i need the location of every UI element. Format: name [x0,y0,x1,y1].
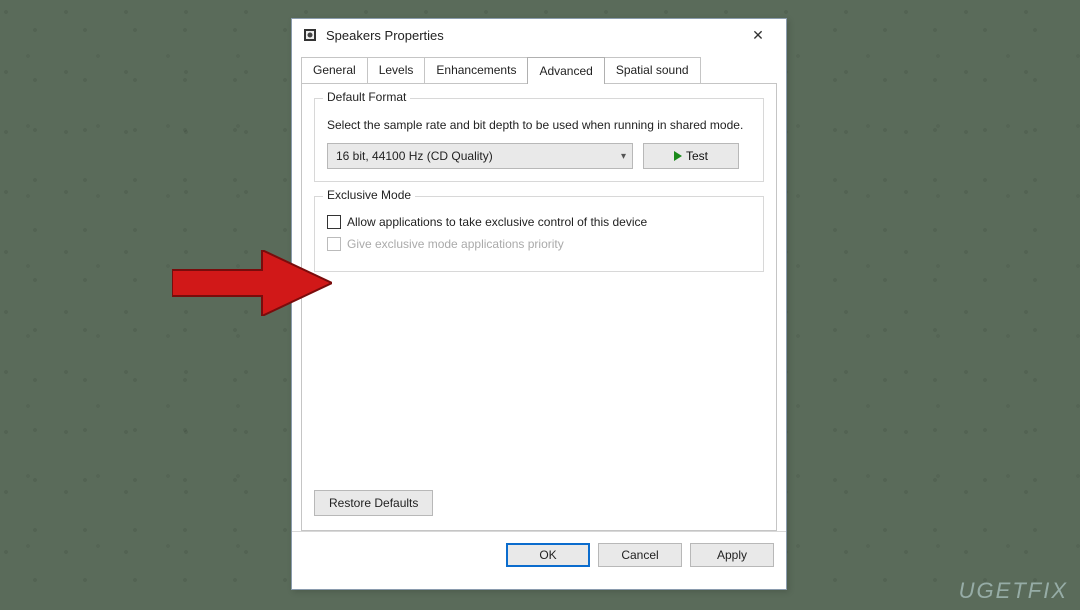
group-title: Default Format [323,90,410,104]
button-label: OK [539,548,556,562]
group-title: Exclusive Mode [323,188,415,202]
tab-levels[interactable]: Levels [367,57,426,83]
tab-label: General [313,63,356,77]
annotation-arrow [172,250,332,316]
close-button[interactable]: ✕ [738,21,778,49]
tab-enhancements[interactable]: Enhancements [424,57,528,83]
checkbox-exclusive-control[interactable] [327,215,341,229]
titlebar: Speakers Properties ✕ [292,19,786,51]
speakers-properties-dialog: Speakers Properties ✕ General Levels Enh… [291,18,787,590]
tab-general[interactable]: General [301,57,368,83]
ok-button[interactable]: OK [506,543,590,567]
tab-label: Spatial sound [616,63,689,77]
sample-rate-value: 16 bit, 44100 Hz (CD Quality) [336,149,493,163]
dialog-footer: OK Cancel Apply [292,531,786,577]
tab-content-advanced: Default Format Select the sample rate an… [301,83,777,531]
tab-label: Advanced [539,64,592,78]
restore-defaults-button[interactable]: Restore Defaults [314,490,433,516]
checkbox-row-exclusive-control[interactable]: Allow applications to take exclusive con… [327,215,751,229]
app-icon [302,27,318,43]
chevron-down-icon: ▾ [621,151,626,162]
tab-strip: General Levels Enhancements Advanced Spa… [301,57,777,83]
watermark: UGETFIX [959,578,1068,604]
cancel-button[interactable]: Cancel [598,543,682,567]
tab-label: Enhancements [436,63,516,77]
button-label: Apply [717,548,747,562]
tab-label: Levels [379,63,414,77]
tab-advanced[interactable]: Advanced [527,57,604,84]
play-icon [674,151,682,161]
button-label: Cancel [621,548,658,562]
default-format-description: Select the sample rate and bit depth to … [327,117,751,133]
group-exclusive-mode: Exclusive Mode Allow applications to tak… [314,196,764,272]
group-default-format: Default Format Select the sample rate an… [314,98,764,182]
close-icon: ✕ [752,27,764,44]
test-label: Test [686,149,708,163]
checkbox-row-priority: Give exclusive mode applications priorit… [327,237,751,251]
window-title: Speakers Properties [326,28,738,43]
sample-rate-select[interactable]: 16 bit, 44100 Hz (CD Quality) ▾ [327,143,633,169]
tab-spatial-sound[interactable]: Spatial sound [604,57,701,83]
button-label: Restore Defaults [329,496,418,510]
checkbox-label: Allow applications to take exclusive con… [347,215,647,229]
checkbox-label: Give exclusive mode applications priorit… [347,237,564,251]
apply-button[interactable]: Apply [690,543,774,567]
test-button[interactable]: Test [643,143,739,169]
